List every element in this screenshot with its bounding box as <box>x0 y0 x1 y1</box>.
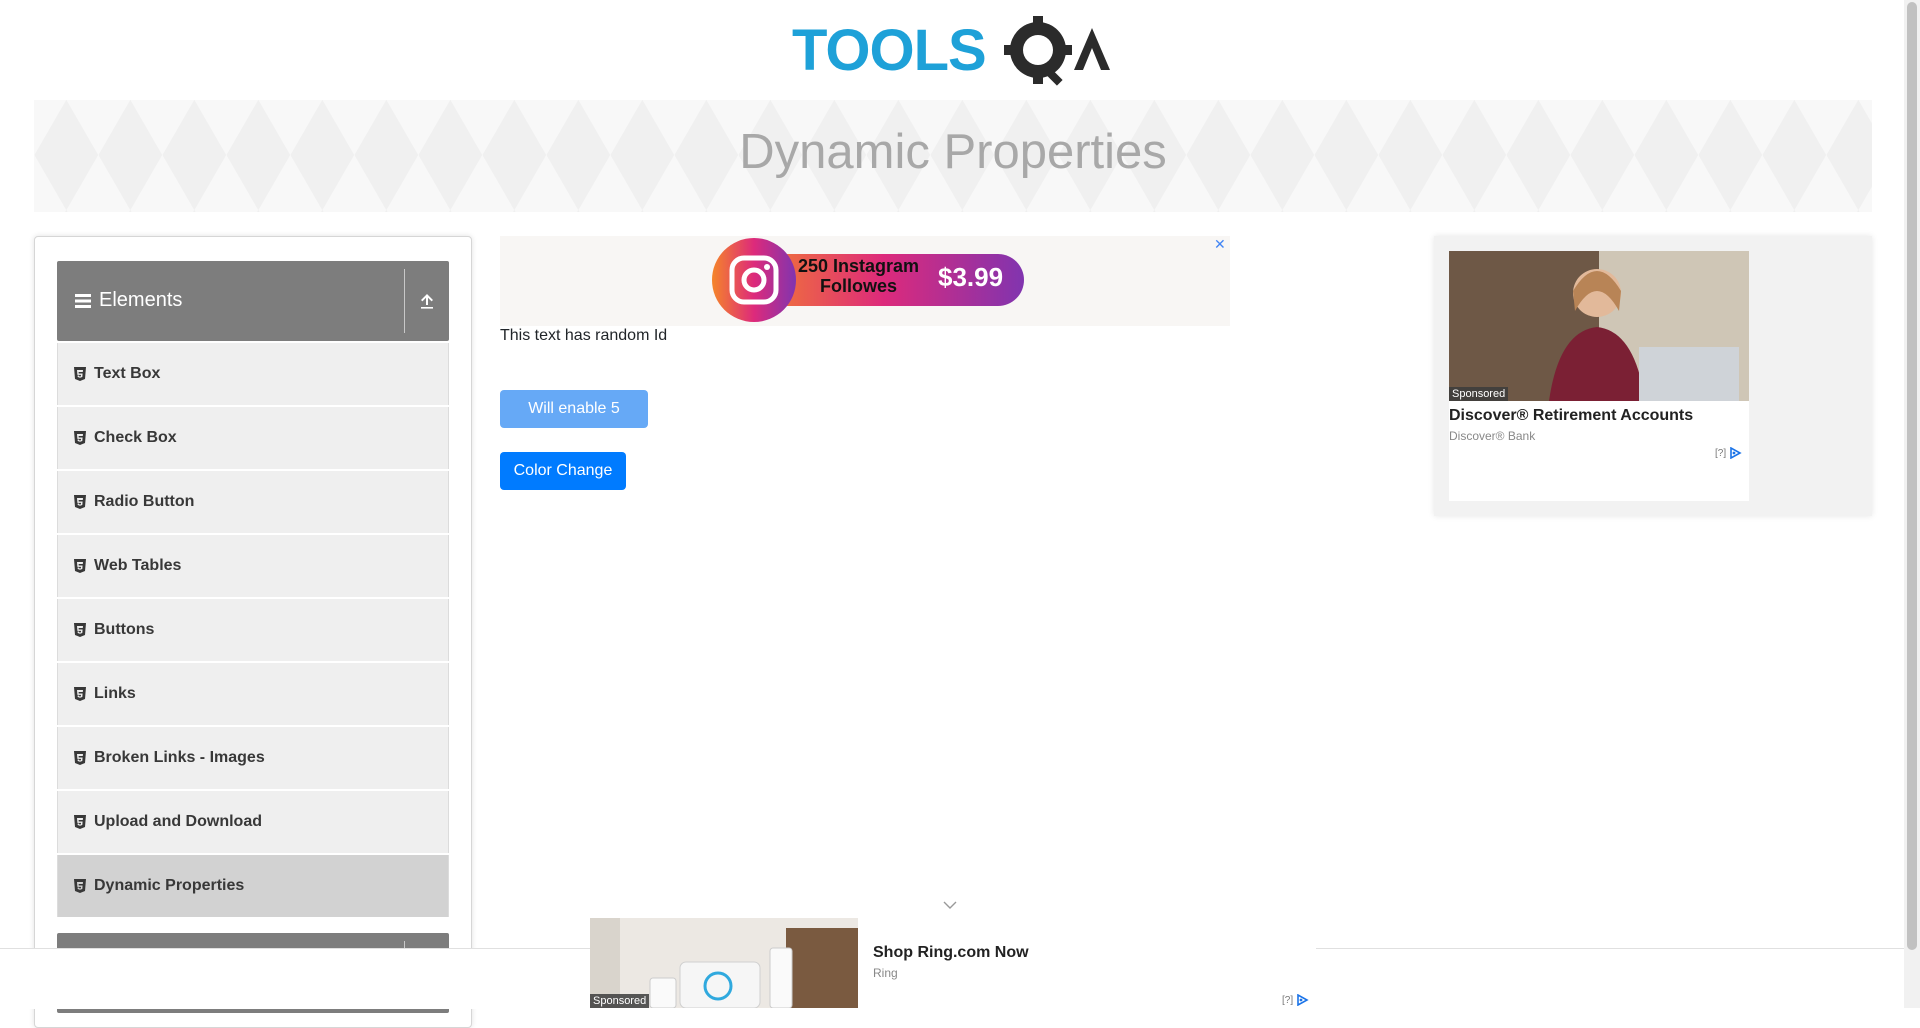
group-title: Elements <box>99 289 183 311</box>
sidebar-item-text-box[interactable]: Text Box <box>57 343 449 405</box>
hamburger-icon <box>75 293 91 308</box>
right-ad-panel: Sponsored Discover® Retirement Accounts … <box>1434 236 1872 516</box>
sidebar-item-broken-links[interactable]: Broken Links - Images <box>57 727 449 789</box>
chevron-down-icon[interactable] <box>943 900 957 910</box>
ad-headline[interactable]: Discover® Retirement Accounts <box>1449 407 1693 425</box>
adchoices-question: [?] <box>1282 994 1294 1006</box>
ad-advertiser: Ring <box>873 966 898 980</box>
group-divider <box>404 269 405 333</box>
sidebar-item-check-box[interactable]: Check Box <box>57 407 449 469</box>
collapse-arrow-icon[interactable] <box>417 291 437 311</box>
scrollbar-thumb[interactable] <box>1907 2 1917 950</box>
svg-text:TOOLS: TOOLS <box>792 18 986 83</box>
sidebar-item-upload-download[interactable]: Upload and Download <box>57 791 449 853</box>
adchoices-icon <box>1730 447 1742 459</box>
ad-headline[interactable]: Shop Ring.com Now <box>873 944 1029 962</box>
sponsored-label: Sponsored <box>1449 387 1509 401</box>
color-change-button[interactable]: Color Change <box>500 452 626 490</box>
elements-menu: Text Box Check Box Radio Button Web Tabl… <box>57 343 449 919</box>
html5-icon <box>74 495 86 509</box>
sidebar-item-radio-button[interactable]: Radio Button <box>57 471 449 533</box>
sidebar-panel: Elements Text Box Check Box Radio Button… <box>34 236 472 1028</box>
sidebar-item-label: Web Tables <box>94 557 182 574</box>
adchoices-icon <box>1297 994 1309 1006</box>
enable-after-button[interactable]: Will enable 5 seconds <box>500 390 648 455</box>
ad-text: 250 Instagram Followes <box>798 256 919 296</box>
sidebar-item-dynamic-properties[interactable]: Dynamic Properties <box>57 855 449 917</box>
sidebar-item-label: Radio Button <box>94 493 195 510</box>
ring-product-image: Sponsored <box>590 918 858 1008</box>
html5-icon <box>74 815 86 829</box>
ad-close-icon[interactable]: ✕ <box>1214 236 1226 253</box>
ad-advertiser: Discover® Bank <box>1449 429 1536 443</box>
sidebar-item-links[interactable]: Links <box>57 663 449 725</box>
adchoices-question: [?] <box>1715 447 1727 459</box>
sidebar-item-label: Dynamic Properties <box>94 877 245 894</box>
group-header-title-wrap: Elements <box>75 289 182 312</box>
html5-icon <box>74 623 86 637</box>
sidebar-item-label: Links <box>94 685 136 702</box>
ad-line-1: 250 Instagram <box>798 256 920 276</box>
html5-icon <box>74 879 86 893</box>
site-header: TOOLS <box>0 0 1904 100</box>
sidebar-item-label: Upload and Download <box>94 813 262 830</box>
sidebar-item-label: Text Box <box>94 365 161 382</box>
group-header-elements[interactable]: Elements <box>57 261 449 341</box>
sidebar-item-label: Check Box <box>94 429 177 446</box>
random-id-text: This text has random Id <box>500 327 668 344</box>
ad-price: $3.99 <box>938 262 1004 292</box>
html5-icon <box>74 559 86 573</box>
woman-laptop-image <box>1449 251 1749 401</box>
ad-photo: Sponsored <box>1449 251 1749 401</box>
ad-line-2: Followes <box>820 276 898 296</box>
right-ad-card[interactable]: Sponsored Discover® Retirement Accounts … <box>1449 251 1749 501</box>
adchoices-badge[interactable]: [?] <box>1282 994 1309 1006</box>
sidebar-item-buttons[interactable]: Buttons <box>57 599 449 661</box>
toolsqa-logo[interactable]: TOOLS <box>792 14 1118 90</box>
html5-icon <box>74 367 86 381</box>
html5-icon <box>74 751 86 765</box>
page-title: Dynamic Properties <box>739 125 1167 179</box>
vertical-scrollbar[interactable] <box>1904 0 1920 1008</box>
sidebar-item-label: Buttons <box>94 621 155 638</box>
adchoices-badge[interactable]: [?] <box>1715 447 1742 459</box>
sidebar-item-web-tables[interactable]: Web Tables <box>57 535 449 597</box>
sponsored-label: Sponsored <box>590 994 650 1008</box>
html5-icon <box>74 431 86 445</box>
sidebar-item-label: Broken Links - Images <box>94 749 265 766</box>
bottom-ad[interactable]: Sponsored Shop Ring.com Now Ring [?] <box>590 918 1316 1008</box>
top-ad-banner[interactable]: 250 Instagram Followes $3.99 ✕ <box>500 236 1230 326</box>
html5-icon <box>74 687 86 701</box>
page-banner: Dynamic Properties <box>34 100 1872 212</box>
